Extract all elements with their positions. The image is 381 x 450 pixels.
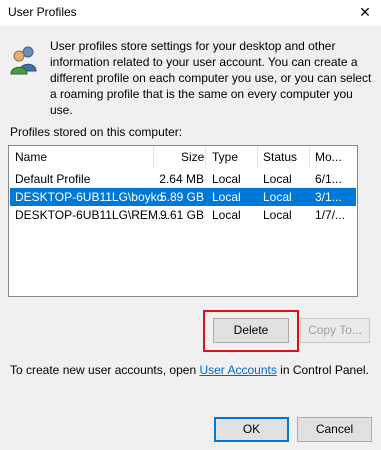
delete-button[interactable]: Delete	[213, 318, 289, 343]
footer-text: To create new user accounts, open User A…	[10, 363, 369, 377]
users-icon	[8, 43, 40, 75]
header-divider	[153, 146, 154, 168]
profile-size: 2.64 MB	[159, 172, 204, 186]
user-accounts-link[interactable]: User Accounts	[199, 363, 276, 377]
profile-name: DESKTOP-6UB11LG\REM...	[15, 208, 168, 222]
header-divider	[257, 146, 258, 168]
close-icon[interactable]: ✕	[354, 2, 376, 22]
profile-type: Local	[212, 208, 241, 222]
profile-row-selected[interactable]: DESKTOP-6UB11LG\boyko 5.89 GB Local Loca…	[10, 188, 356, 206]
profile-name: Default Profile	[15, 172, 91, 186]
profile-size: 9.61 GB	[159, 208, 204, 222]
profile-row[interactable]: Default Profile 2.64 MB Local Local 6/1.…	[10, 170, 356, 188]
profile-row[interactable]: DESKTOP-6UB11LG\REM... 9.61 GB Local Loc…	[10, 206, 356, 224]
profile-name: DESKTOP-6UB11LG\boyko	[15, 190, 164, 204]
window-title: User Profiles	[8, 5, 77, 19]
column-header-status[interactable]: Status	[263, 146, 297, 168]
profile-modified: 3/1...	[315, 190, 342, 204]
column-header-size[interactable]: Size	[181, 146, 204, 168]
ok-button[interactable]: OK	[214, 417, 289, 442]
column-header-modified[interactable]: Mo...	[315, 146, 342, 168]
footer-prefix: To create new user accounts, open	[10, 363, 200, 377]
profile-modified: 6/1...	[315, 172, 342, 186]
profile-status: Local	[263, 208, 292, 222]
footer-suffix: in Control Panel.	[276, 363, 369, 377]
profiles-label: Profiles stored on this computer:	[10, 125, 183, 139]
cancel-button[interactable]: Cancel	[297, 417, 372, 442]
profile-status: Local	[263, 190, 292, 204]
profile-type: Local	[212, 190, 241, 204]
header-divider	[205, 146, 206, 168]
column-header-type[interactable]: Type	[212, 146, 238, 168]
column-header-name[interactable]: Name	[15, 146, 47, 168]
profile-type: Local	[212, 172, 241, 186]
profile-size: 5.89 GB	[159, 190, 204, 204]
header-divider	[309, 146, 310, 168]
profile-status: Local	[263, 172, 292, 186]
profiles-listview[interactable]: Name Size Type Status Mo... Default Prof…	[8, 145, 358, 297]
copy-to-button[interactable]: Copy To...	[300, 318, 370, 343]
info-description: User profiles store settings for your de…	[50, 39, 372, 117]
profile-modified: 1/7/...	[315, 208, 346, 222]
